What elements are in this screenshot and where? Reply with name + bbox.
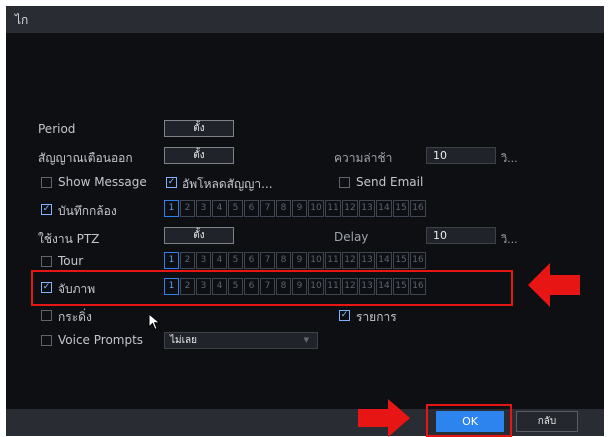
voice-prompts-checkbox[interactable]: [41, 335, 52, 346]
record-channel-3[interactable]: 3: [196, 200, 211, 217]
back-button[interactable]: กลับ: [516, 411, 578, 432]
alarm-delay-input[interactable]: 10: [426, 147, 496, 164]
voice-prompts-label: Voice Prompts: [58, 333, 144, 347]
buzzer-checkbox[interactable]: [41, 310, 52, 321]
record-channel-13[interactable]: 13: [359, 200, 375, 217]
ptz-label: ใช้งาน PTZ: [38, 232, 100, 246]
tour-channel-1[interactable]: 1: [164, 252, 179, 269]
ptz-delay-unit: วิ...: [501, 233, 518, 246]
record-channel-8[interactable]: 8: [276, 200, 291, 217]
tour-label: Tour: [58, 254, 84, 268]
record-channel-14[interactable]: 14: [376, 200, 392, 217]
record-channel-6[interactable]: 6: [244, 200, 259, 217]
send-email-label: Send Email: [356, 175, 424, 189]
tour-channel-8[interactable]: 8: [276, 252, 291, 269]
record-channel-2[interactable]: 2: [180, 200, 195, 217]
tour-channel-5[interactable]: 5: [228, 252, 243, 269]
dropdown-arrow-icon: ▼: [303, 336, 309, 344]
tour-channel-2[interactable]: 2: [180, 252, 195, 269]
mouse-pointer-icon: [148, 313, 161, 331]
ok-highlight-box: [426, 404, 512, 437]
snapshot-highlight-box: [31, 270, 513, 306]
show-message-label: Show Message: [58, 175, 147, 189]
record-label: บันทึกกล้อง: [58, 204, 117, 218]
show-message-checkbox[interactable]: [41, 177, 52, 188]
footer-bar: [6, 409, 604, 436]
tour-channel-9[interactable]: 9: [292, 252, 307, 269]
log-label: รายการ: [356, 310, 397, 324]
upload-alarm-checkbox[interactable]: ✓: [166, 177, 177, 188]
record-channel-5[interactable]: 5: [228, 200, 243, 217]
tour-channel-12[interactable]: 12: [342, 252, 358, 269]
tour-channel-10[interactable]: 10: [308, 252, 324, 269]
voice-prompts-select[interactable]: ไม่เลย ▼: [164, 332, 318, 349]
record-channel-9[interactable]: 9: [292, 200, 307, 217]
record-channel-grid: 1 2 3 4 5 6 7 8 9 10 11 12 13 14 15 16: [164, 200, 476, 217]
alarm-out-label: สัญญาณเตือนออก: [38, 151, 133, 165]
record-channel-11[interactable]: 11: [325, 200, 341, 217]
record-channel-1[interactable]: 1: [164, 200, 179, 217]
tour-channel-13[interactable]: 13: [359, 252, 375, 269]
record-channel-16[interactable]: 16: [410, 200, 426, 217]
red-arrow-right-icon: [358, 399, 410, 437]
tour-channel-16[interactable]: 16: [410, 252, 426, 269]
tour-channel-6[interactable]: 6: [244, 252, 259, 269]
send-email-checkbox[interactable]: [339, 177, 350, 188]
record-channel-4[interactable]: 4: [212, 200, 227, 217]
record-channel-12[interactable]: 12: [342, 200, 358, 217]
period-set-button[interactable]: ตั้ง: [164, 120, 234, 137]
tour-channel-4[interactable]: 4: [212, 252, 227, 269]
record-checkbox[interactable]: ✓: [41, 204, 52, 215]
tour-checkbox[interactable]: [41, 256, 52, 267]
alarm-delay-label: ความล่าช้า: [334, 151, 393, 165]
alarm-out-set-button[interactable]: ตั้ง: [164, 147, 234, 164]
ptz-set-button[interactable]: ตั้ง: [164, 227, 234, 244]
red-arrow-left-icon: [528, 263, 580, 307]
log-checkbox[interactable]: ✓: [339, 310, 350, 321]
tour-channel-14[interactable]: 14: [376, 252, 392, 269]
buzzer-label: กระดิ่ง: [58, 310, 92, 324]
dialog-title: ไก: [15, 13, 29, 27]
record-channel-15[interactable]: 15: [393, 200, 409, 217]
title-bar: ไก: [6, 6, 604, 33]
tour-channel-15[interactable]: 15: [393, 252, 409, 269]
tour-channel-grid: 1 2 3 4 5 6 7 8 9 10 11 12 13 14 15 16: [164, 252, 476, 269]
record-channel-10[interactable]: 10: [308, 200, 324, 217]
tour-channel-7[interactable]: 7: [260, 252, 275, 269]
alarm-delay-unit: วิ...: [501, 152, 518, 165]
ptz-delay-label: Delay: [334, 230, 369, 244]
dialog-window: [6, 6, 604, 436]
tour-channel-3[interactable]: 3: [196, 252, 211, 269]
record-channel-7[interactable]: 7: [260, 200, 275, 217]
tour-channel-11[interactable]: 11: [325, 252, 341, 269]
voice-prompts-value: ไม่เลย: [170, 335, 198, 346]
upload-alarm-label: อัพโหลดสัญญา...: [182, 177, 273, 191]
ptz-delay-input[interactable]: 10: [426, 227, 496, 244]
period-label: Period: [38, 122, 76, 136]
